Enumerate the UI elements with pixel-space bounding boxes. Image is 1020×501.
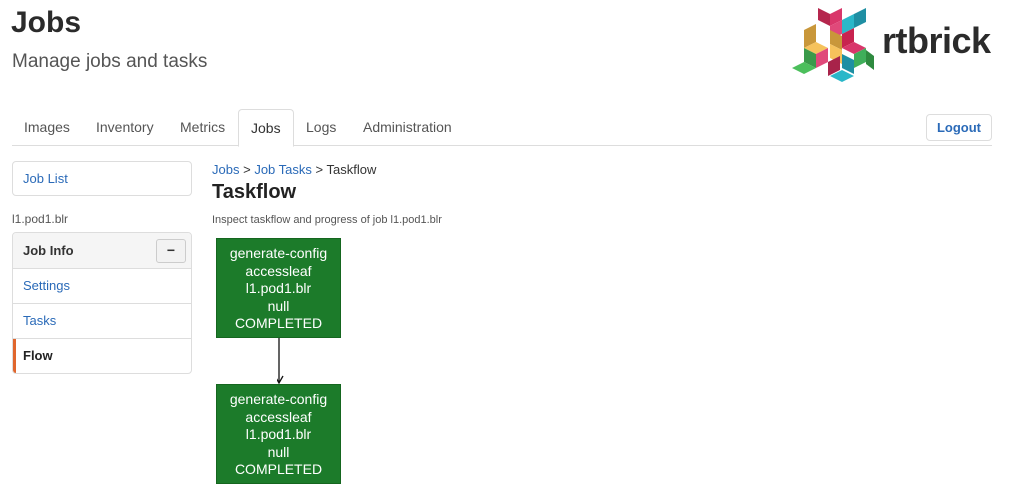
section-description: Inspect taskflow and progress of job l1.… — [212, 214, 442, 226]
page-subtitle: Manage jobs and tasks — [12, 51, 208, 72]
section-heading: Taskflow — [212, 181, 297, 203]
flow-node[interactable]: generate-config accessleaf l1.pod1.blr n… — [216, 238, 341, 338]
page-title: Jobs — [11, 6, 82, 39]
node-hostname: l1.pod1.blr — [245, 280, 312, 296]
node-value: null — [267, 443, 290, 460]
tab-jobs[interactable]: Jobs — [238, 109, 294, 147]
sidebar-item-flow-label: Flow — [23, 348, 53, 363]
sidebar-item-flow[interactable]: Flow — [13, 339, 191, 373]
breadcrumb-jobs[interactable]: Jobs — [212, 162, 239, 177]
rtbrick-logo-icon — [792, 8, 874, 82]
job-list-link[interactable]: Job List — [23, 171, 68, 186]
logout-button[interactable]: Logout — [926, 114, 992, 141]
tab-inventory[interactable]: Inventory — [84, 109, 166, 146]
sidebar-item-tasks-label[interactable]: Tasks — [23, 313, 56, 328]
brand-name: rtbrick — [882, 20, 991, 61]
tab-images[interactable]: Images — [12, 109, 82, 146]
job-info-panel: Job Info − Settings Tasks Flow — [12, 232, 192, 374]
job-info-header: Job Info − — [13, 233, 191, 269]
breadcrumb-separator: > — [243, 162, 251, 177]
tab-metrics[interactable]: Metrics — [168, 109, 237, 146]
arrow-head-icon — [277, 375, 284, 384]
node-task-name: generate-config — [229, 391, 328, 407]
node-device-role: accessleaf — [245, 262, 312, 279]
node-hostname: l1.pod1.blr — [245, 426, 312, 442]
collapse-button[interactable]: − — [156, 239, 186, 263]
main-nav: Images Inventory Metrics Jobs Logs Admin… — [12, 109, 992, 147]
job-name-label: l1.pod1.blr — [12, 212, 69, 226]
node-status: COMPLETED — [234, 461, 323, 477]
breadcrumb-separator: > — [315, 162, 324, 177]
rtbrick-logo: rtbrick — [790, 6, 1000, 82]
sidebar-item-settings-label[interactable]: Settings — [23, 278, 70, 293]
sidebar-item-settings[interactable]: Settings — [13, 269, 191, 304]
node-task-name: generate-config — [229, 245, 328, 261]
job-info-title: Job Info — [23, 243, 74, 258]
flow-node[interactable]: generate-config accessleaf l1.pod1.blr n… — [216, 384, 341, 484]
job-list-panel: Job List — [12, 161, 192, 196]
node-status: COMPLETED — [234, 315, 323, 331]
flow-edge-arrow — [277, 338, 284, 384]
node-device-role: accessleaf — [245, 408, 312, 425]
breadcrumb: Jobs > Job Tasks > Taskflow — [212, 162, 376, 177]
tab-logs[interactable]: Logs — [294, 109, 348, 146]
sidebar-item-tasks[interactable]: Tasks — [13, 304, 191, 339]
node-value: null — [267, 297, 290, 314]
breadcrumb-current: Taskflow — [326, 162, 377, 177]
breadcrumb-job-tasks[interactable]: Job Tasks — [254, 162, 312, 177]
tab-administration[interactable]: Administration — [351, 109, 464, 146]
